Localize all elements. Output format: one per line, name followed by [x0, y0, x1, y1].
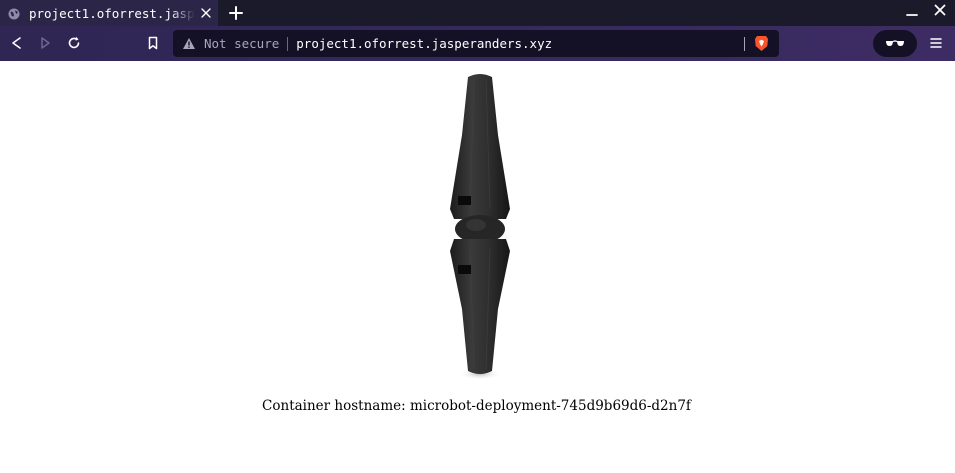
security-status[interactable]: Not secure [204, 36, 279, 51]
globe-icon [8, 8, 20, 20]
browser-tab[interactable]: project1.oforrest.jasperanders.xyz [0, 0, 218, 27]
close-tab-icon[interactable] [200, 7, 212, 19]
address-divider [287, 36, 289, 51]
bookmark-icon[interactable] [144, 34, 162, 52]
address-bar[interactable]: Not secure project1.oforrest.jasperander… [173, 30, 779, 57]
forward-icon[interactable] [36, 34, 54, 52]
browser-toolbar: Not secure project1.oforrest.jasperander… [0, 26, 955, 61]
microbot-robot-image [440, 69, 520, 385]
back-icon[interactable] [8, 34, 26, 52]
reload-icon[interactable] [65, 34, 83, 52]
extensions-button[interactable] [873, 30, 917, 57]
minimize-window-icon[interactable] [903, 3, 921, 21]
shields-divider [744, 36, 745, 51]
new-tab-icon[interactable] [228, 5, 244, 21]
close-window-icon[interactable] [931, 1, 949, 19]
menu-icon[interactable] [927, 34, 945, 52]
brave-shields-icon[interactable] [754, 35, 770, 52]
web-page: Container hostname: microbot-deployment-… [0, 61, 955, 473]
url-text[interactable]: project1.oforrest.jasperanders.xyz [296, 36, 744, 51]
tab-title: project1.oforrest.jasperanders.xyz [29, 6, 195, 21]
sunglasses-icon [885, 34, 905, 53]
container-hostname-text: Container hostname: microbot-deployment-… [262, 398, 691, 414]
tab-strip: project1.oforrest.jasperanders.xyz [0, 0, 955, 27]
warning-icon[interactable] [182, 37, 196, 51]
